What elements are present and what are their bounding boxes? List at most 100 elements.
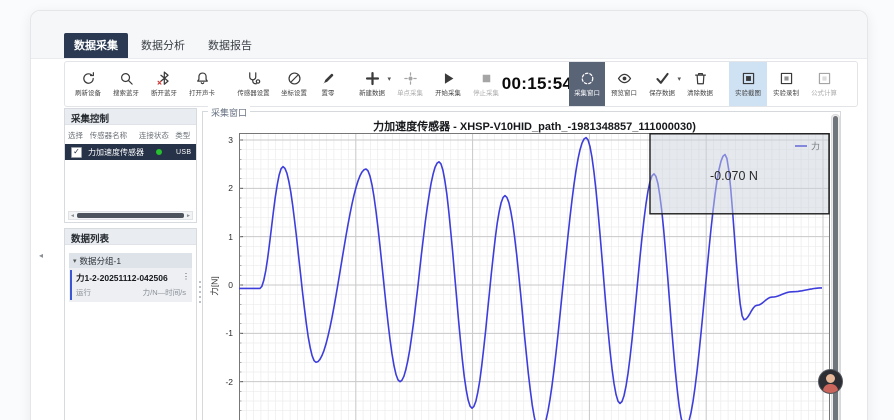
disconnect-bluetooth-button[interactable]: 断开蓝牙 <box>145 62 183 106</box>
toolbar-button-label: 采集窗口 <box>574 88 600 97</box>
refresh-icon <box>81 71 96 86</box>
toolbar-button-label: 开始采集 <box>435 88 461 97</box>
collapse-sidebar-icon[interactable]: ◂ <box>39 251 43 260</box>
avatar-body-icon <box>823 384 838 393</box>
data-list-panel: 数据列表 ▾数据分组-1 力1-2-20251112-042506⋮ 运行 力/N—时… <box>64 228 197 420</box>
chart-plot-area: 力-0.070 N <box>239 133 830 420</box>
acquisition-window-frame: 采集窗口 力加速度传感器 - XHSP-V10HID_path_-1981348… <box>202 111 841 420</box>
y-tick-label: 1 <box>207 232 233 242</box>
eye-icon <box>617 71 632 86</box>
data-list-body: ▾数据分组-1 力1-2-20251112-042506⋮ 运行 力/N—时间/s <box>65 253 196 302</box>
tab-3[interactable]: 数据报告 <box>198 33 262 58</box>
sensor-type: USB <box>176 149 191 156</box>
toolbar-button-label: 置零 <box>322 88 335 97</box>
collect-control-title: 采集控制 <box>65 109 196 125</box>
bell-icon <box>195 71 210 86</box>
experiment-record-button[interactable]: 实验录制 <box>767 62 805 106</box>
item-menu-icon[interactable]: ⋮ <box>182 272 190 281</box>
sensor-name: 力加速度传感器 <box>88 147 144 158</box>
start-acquisition-button[interactable]: 开始采集 <box>429 62 467 106</box>
formula-calc-button: 公式计算 <box>805 62 843 106</box>
y-tick-label: 2 <box>207 183 233 193</box>
toolbar-button-label: 单点采集 <box>397 88 423 97</box>
sensor-table-rows: ✓ 力加速度传感器 USB <box>65 144 196 160</box>
data-group-header[interactable]: ▾数据分组-1 <box>69 253 192 268</box>
toolbar: 刷新设备 搜索蓝牙 断开蓝牙打开声卡传感器设置 坐标设置 置零 新建数据▾ 单点采集 开始采集… <box>64 61 858 107</box>
acquisition-window-button[interactable]: 采集窗口 <box>569 62 605 106</box>
preview-window-button[interactable]: 预览窗口 <box>605 62 643 106</box>
title-strip: 数据采集数据分析数据报告 <box>31 11 867 59</box>
y-tick-label: -2 <box>207 377 233 387</box>
column-header: 类型 <box>175 130 193 141</box>
save-data-button[interactable]: 保存数据▾ <box>643 62 681 106</box>
sensor-settings-icon <box>246 71 261 86</box>
tab-2[interactable]: 数据分析 <box>131 33 195 58</box>
set-zero-button[interactable]: 置零 <box>313 62 343 106</box>
tab-1[interactable]: 数据采集 <box>64 33 128 58</box>
data-item-title: 力1-2-20251112-042506 <box>76 272 186 284</box>
experiment-screenshot-button[interactable]: 实验截图 <box>729 62 767 106</box>
search-bluetooth-button[interactable]: 搜索蓝牙 <box>107 62 145 106</box>
toolbar-button-label: 预览窗口 <box>611 88 637 97</box>
sensor-table-header: 选择传感器名称连接状态类型 <box>65 125 196 144</box>
stop-icon <box>479 71 494 86</box>
dashed-circle-icon <box>580 71 595 86</box>
toolbar-button-label: 刷新设备 <box>75 88 101 97</box>
y-tick-label: 0 <box>207 280 233 290</box>
toolbar-button-label: 断开蓝牙 <box>151 88 177 97</box>
open-soundcard-button[interactable]: 打开声卡 <box>183 62 221 106</box>
axis-settings-icon <box>287 71 302 86</box>
data-item-status: 运行 <box>76 287 91 298</box>
column-header: 连接状态 <box>139 130 175 141</box>
check-icon <box>655 71 670 86</box>
toolbar-button-label: 搜索蓝牙 <box>113 88 139 97</box>
y-tick-label: 3 <box>207 135 233 145</box>
assistant-avatar-button[interactable] <box>818 369 843 394</box>
toolbar-button-label: 清除数据 <box>687 88 713 97</box>
plus-icon <box>365 71 380 86</box>
toolbar-button-label: 实验截图 <box>735 88 761 97</box>
column-header: 传感器名称 <box>90 130 139 141</box>
column-header: 选择 <box>68 130 90 141</box>
table-row[interactable]: ✓ 力加速度传感器 USB <box>65 144 196 160</box>
expand-triangle-icon[interactable]: ▾ <box>73 257 77 265</box>
toolbar-button-label: 传感器设置 <box>237 88 269 97</box>
data-group-label: 数据分组-1 <box>80 255 122 267</box>
single-point-sample-button: 单点采集 <box>391 62 429 106</box>
toolbar-button-label: 保存数据 <box>649 88 675 97</box>
hscrollbar-thumb[interactable] <box>77 213 184 218</box>
page-background: 数据采集数据分析数据报告 刷新设备 搜索蓝牙 断开蓝牙打开声卡传感器设置 坐标设置 置零… <box>0 0 894 420</box>
new-data-button[interactable]: 新建数据▾ <box>353 62 391 106</box>
sensor-checkbox[interactable]: ✓ <box>71 147 82 158</box>
clear-data-button[interactable]: 清除数据 <box>681 62 719 106</box>
data-item-axes: 力/N—时间/s <box>143 287 186 298</box>
single-point-icon <box>403 71 418 86</box>
data-list-title: 数据列表 <box>65 229 196 245</box>
tab-bar: 数据采集数据分析数据报告 <box>64 33 262 58</box>
stop-acquisition-button: 停止采集 <box>467 62 505 106</box>
collect-control-panel: 采集控制 选择传感器名称连接状态类型 ✓ 力加速度传感器 USB ◄ ► <box>64 108 197 223</box>
search-icon <box>119 71 134 86</box>
annotation-value: -0.070 N <box>710 169 758 183</box>
play-icon <box>441 71 456 86</box>
sensor-settings-button[interactable]: 传感器设置 <box>231 62 275 106</box>
scroll-left-icon[interactable]: ◄ <box>69 213 76 219</box>
formula-icon <box>817 71 832 86</box>
trash-icon <box>693 71 708 86</box>
screenshot-icon <box>741 71 756 86</box>
bluetooth-disconnect-icon <box>157 71 172 86</box>
toolbar-button-label: 坐标设置 <box>281 88 307 97</box>
refresh-device-button[interactable]: 刷新设备 <box>69 62 107 106</box>
scroll-right-icon[interactable]: ► <box>185 213 192 219</box>
marker-icon <box>321 71 336 86</box>
toolbar-button-label: 公式计算 <box>811 88 837 97</box>
y-tick-label: -1 <box>207 328 233 338</box>
data-list-item[interactable]: 力1-2-20251112-042506⋮ 运行 力/N—时间/s <box>69 268 192 302</box>
app-window: 数据采集数据分析数据报告 刷新设备 搜索蓝牙 断开蓝牙打开声卡传感器设置 坐标设置 置零… <box>30 10 868 420</box>
avatar-face-icon <box>826 374 835 383</box>
record-icon <box>779 71 794 86</box>
toolbar-button-label: 停止采集 <box>473 88 499 97</box>
toolbar-button-label: 新建数据 <box>359 88 385 97</box>
axis-settings-button[interactable]: 坐标设置 <box>275 62 313 106</box>
sensor-table-hscrollbar[interactable]: ◄ ► <box>68 211 193 220</box>
